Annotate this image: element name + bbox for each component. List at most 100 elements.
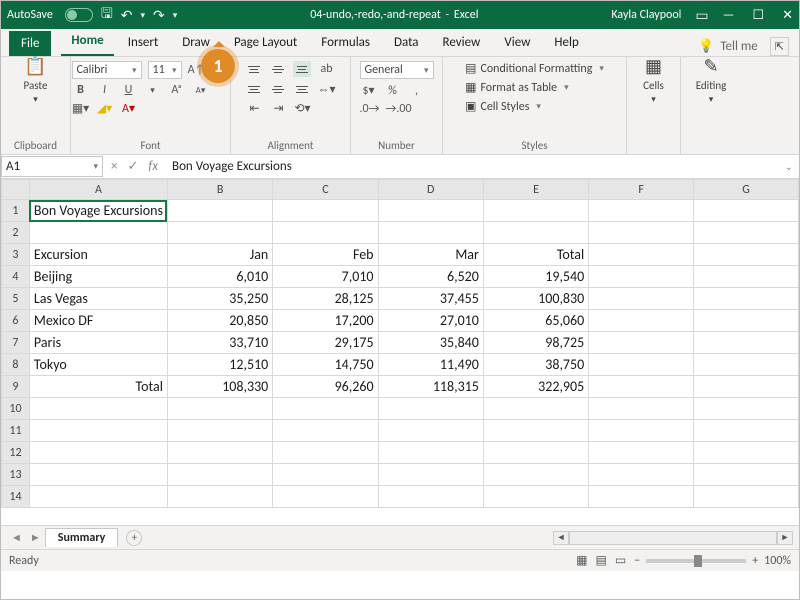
wrap-text-icon[interactable]: ab [317,62,335,76]
col-header[interactable]: D [378,180,483,200]
cell[interactable] [589,376,694,398]
cell[interactable]: 35,840 [378,332,483,354]
cell[interactable]: 20,850 [167,310,272,332]
cell[interactable]: 98,725 [483,332,588,354]
cell[interactable] [378,486,483,508]
tab-page-layout[interactable]: Page Layout [224,31,307,56]
undo-dropdown-icon[interactable]: ▾ [141,10,146,21]
cell[interactable] [694,244,799,266]
decrease-decimal-icon[interactable]: →.00 [385,102,411,116]
cell[interactable] [694,442,799,464]
fx-icon[interactable]: fx [148,159,158,174]
cell[interactable] [694,486,799,508]
cell[interactable] [29,222,167,244]
cells-button[interactable]: ▦Cells▾ [636,61,672,99]
number-format-select[interactable]: General [360,61,434,79]
increase-decimal-icon[interactable]: .0→ [360,102,380,116]
cell[interactable]: Mar [378,244,483,266]
font-a-dropdown[interactable]: A▾ [192,85,210,96]
new-sheet-button[interactable]: + [126,530,142,546]
cell[interactable] [378,398,483,420]
cell[interactable] [29,420,167,442]
cell[interactable]: 7,010 [273,266,378,288]
paste-button[interactable]: 📋 Paste ▾ [18,61,54,99]
cell[interactable] [589,442,694,464]
align-bottom-icon[interactable] [293,61,311,77]
cell[interactable] [167,200,272,222]
cell[interactable]: Paris [29,332,167,354]
increase-font-a[interactable]: Aᵃ [168,83,186,97]
row-header[interactable]: 6 [2,310,30,332]
cell[interactable]: 11,490 [378,354,483,376]
cell[interactable]: 118,315 [378,376,483,398]
decrease-indent-icon[interactable]: ⇤ [245,101,263,116]
sheet-tab-summary[interactable]: Summary [45,528,119,547]
font-color-icon[interactable]: A▾ [120,101,138,116]
col-header[interactable]: C [273,180,378,200]
cell[interactable] [589,398,694,420]
underline-button[interactable]: U [120,83,138,97]
cell[interactable] [589,244,694,266]
font-size-select[interactable]: 11 [148,61,182,79]
italic-button[interactable]: I [96,83,114,97]
zoom-level[interactable]: 100% [764,554,791,568]
cell[interactable] [589,266,694,288]
qa-customize-icon[interactable]: ▾ [173,10,178,21]
cell[interactable] [483,398,588,420]
cell[interactable] [483,222,588,244]
cell[interactable] [589,222,694,244]
cell[interactable] [694,332,799,354]
cell[interactable]: 17,200 [273,310,378,332]
cell[interactable]: 28,125 [273,288,378,310]
cell[interactable]: Tokyo [29,354,167,376]
cell[interactable]: 65,060 [483,310,588,332]
tab-file[interactable]: File [9,31,51,56]
cell[interactable] [589,288,694,310]
tab-help[interactable]: Help [544,31,588,56]
cell[interactable] [483,464,588,486]
cell[interactable] [273,200,378,222]
cell[interactable] [589,332,694,354]
merge-icon[interactable]: ⇔▾ [317,82,335,97]
align-top-icon[interactable] [245,61,263,77]
cell[interactable] [694,398,799,420]
row-header[interactable]: 2 [2,222,30,244]
cell[interactable]: 6,520 [378,266,483,288]
col-header[interactable]: F [589,180,694,200]
cell[interactable] [378,420,483,442]
cell[interactable]: Excursion [29,244,167,266]
zoom-out-button[interactable]: − [634,554,640,568]
cell-styles-button[interactable]: ▣Cell Styles [465,99,541,114]
sheet-nav-next[interactable]: ► [26,531,45,544]
cell[interactable] [694,464,799,486]
cell[interactable] [589,464,694,486]
cell[interactable] [167,486,272,508]
cell[interactable] [29,464,167,486]
sheet-nav-prev[interactable]: ◄ [7,531,26,544]
cell[interactable] [273,464,378,486]
cell[interactable] [378,442,483,464]
row-header[interactable]: 11 [2,420,30,442]
tell-me[interactable]: 💡 Tell me ⇱ [698,37,799,56]
cell[interactable]: 19,540 [483,266,588,288]
borders-icon[interactable]: ▦▾ [72,101,90,116]
cell[interactable] [378,222,483,244]
cell[interactable] [378,464,483,486]
cell[interactable]: Bon Voyage Excursions [29,200,167,222]
row-header[interactable]: 7 [2,332,30,354]
save-icon[interactable]: 🖫 [101,3,113,27]
cell[interactable] [167,442,272,464]
cell[interactable]: 108,330 [167,376,272,398]
cell[interactable]: 35,250 [167,288,272,310]
cell[interactable] [483,420,588,442]
autosave-toggle[interactable] [65,8,93,22]
row-header[interactable]: 13 [2,464,30,486]
tab-data[interactable]: Data [384,31,429,56]
cell[interactable]: Mexico DF [29,310,167,332]
expand-formula-icon[interactable]: ⌄ [779,160,799,173]
bold-button[interactable]: B [72,83,90,97]
tab-insert[interactable]: Insert [118,31,169,56]
name-box[interactable]: A1▾ [1,156,103,177]
row-header[interactable]: 12 [2,442,30,464]
cell[interactable] [273,442,378,464]
